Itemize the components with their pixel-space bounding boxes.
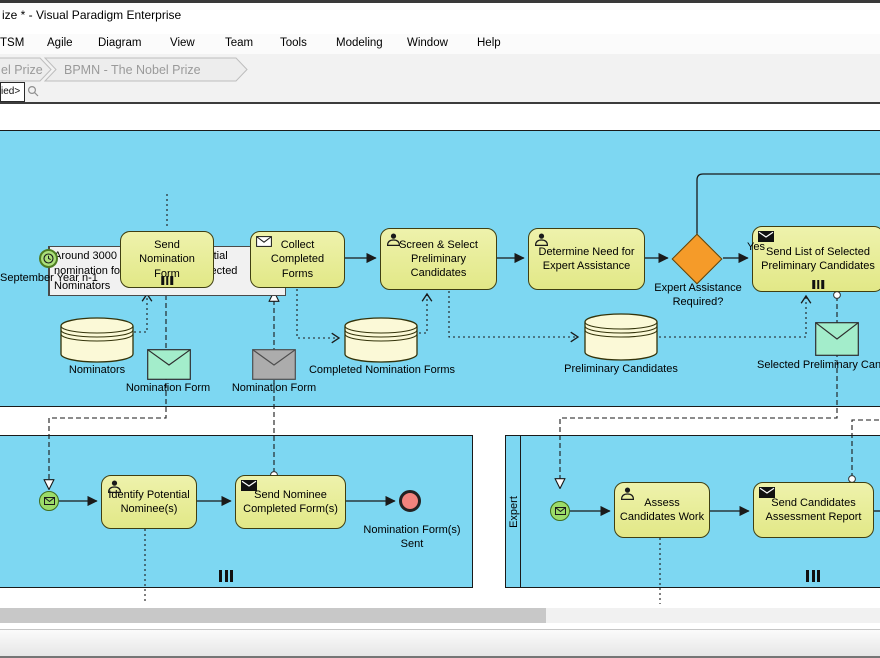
- data-store-label: Nominators: [47, 364, 147, 378]
- breadcrumb-current[interactable]: BPMN - The Nobel Prize: [64, 63, 201, 77]
- task-label: Send Candidates Assessment Report: [754, 496, 873, 524]
- data-store-completed-forms[interactable]: [343, 316, 419, 364]
- data-store-nominators[interactable]: [59, 316, 135, 364]
- start-event-label: September Year n-1: [0, 272, 104, 286]
- application-window: ize * - Visual Paradigm Enterprise TSM A…: [0, 0, 880, 658]
- task-collect-completed-forms[interactable]: Collect Completed Forms: [250, 231, 345, 288]
- message-selected-preliminary[interactable]: [815, 322, 859, 356]
- menu-modeling[interactable]: Modeling: [336, 37, 383, 49]
- data-store-preliminary-candidates[interactable]: [583, 312, 659, 362]
- task-label: Send Nominee Completed Form(s): [236, 488, 345, 516]
- user-icon: [107, 480, 122, 493]
- task-identify-potential-nominees[interactable]: Identify Potential Nominee(s): [101, 475, 197, 529]
- message-label: Nomination Form: [214, 382, 334, 396]
- message-label: Nomination Form: [108, 382, 228, 396]
- end-event-label: Nomination Form(s) Sent: [352, 524, 472, 552]
- message-nomination-form-green[interactable]: [147, 349, 191, 380]
- data-store-label: Completed Nomination Forms: [301, 364, 463, 378]
- task-send-candidates-assessment[interactable]: Send Candidates Assessment Report: [753, 482, 874, 538]
- expert-lane-label: Expert: [508, 487, 520, 537]
- gateway-label: Expert Assistance Required?: [637, 282, 759, 310]
- message-start-event[interactable]: [39, 491, 59, 511]
- gateway-yes-label: Yes: [747, 241, 777, 255]
- receive-message-icon: [256, 236, 272, 247]
- menu-tools[interactable]: Tools: [280, 37, 307, 49]
- expert-lane-band: Expert: [506, 436, 521, 587]
- diagram-canvas[interactable]: Expert: [0, 104, 880, 608]
- message-start-event[interactable]: [550, 501, 570, 521]
- task-determine-expert-need[interactable]: Determine Need for Expert Assistance: [528, 228, 645, 290]
- task-label: Determine Need for Expert Assistance: [529, 245, 644, 273]
- send-message-icon: [759, 487, 775, 498]
- clock-icon: [43, 253, 54, 264]
- menu-bar: TSM Agile Diagram View Team Tools Modeli…: [0, 34, 880, 54]
- menu-team[interactable]: Team: [225, 37, 253, 49]
- user-icon: [534, 233, 549, 246]
- envelope-icon: [44, 497, 55, 505]
- multi-instance-marker: [161, 276, 173, 285]
- pool-multi-instance-marker: [806, 570, 820, 582]
- task-screen-select-preliminary[interactable]: Screen & Select Preliminary Candidates: [380, 228, 497, 290]
- task-send-list-selected[interactable]: Send List of Selected Preliminary Candid…: [752, 226, 880, 292]
- message-nomination-form-gray[interactable]: [252, 349, 296, 380]
- menu-diagram[interactable]: Diagram: [98, 37, 141, 49]
- data-store-label: Preliminary Candidates: [560, 363, 682, 377]
- window-top-edge: [0, 0, 880, 3]
- end-event[interactable]: [399, 490, 421, 512]
- task-send-nomination-form[interactable]: Send Nomination Form: [120, 231, 214, 288]
- task-assess-candidates-work[interactable]: Assess Candidates Work: [614, 482, 710, 538]
- menu-help[interactable]: Help: [477, 37, 501, 49]
- envelope-icon: [555, 507, 566, 515]
- search-icon[interactable]: [27, 85, 41, 99]
- window-title: ize * - Visual Paradigm Enterprise: [2, 8, 181, 22]
- menu-view[interactable]: View: [170, 37, 195, 49]
- filter-input[interactable]: ied>: [0, 82, 25, 102]
- send-message-icon: [241, 480, 257, 491]
- task-send-nominee-completed-forms[interactable]: Send Nominee Completed Form(s): [235, 475, 346, 529]
- user-icon: [620, 487, 635, 500]
- horizontal-scrollbar-thumb[interactable]: [0, 608, 546, 623]
- status-bar: [0, 629, 880, 656]
- multi-instance-marker: [812, 280, 824, 289]
- menu-window[interactable]: Window: [407, 37, 448, 49]
- menu-agile[interactable]: Agile: [47, 37, 73, 49]
- task-label: Send Nomination Form: [121, 238, 213, 280]
- user-icon: [386, 233, 401, 246]
- breadcrumb-prev[interactable]: el Prize: [1, 63, 43, 77]
- timer-start-event[interactable]: [39, 249, 58, 268]
- pool-multi-instance-marker: [219, 570, 233, 582]
- task-label: Assess Candidates Work: [615, 496, 709, 524]
- breadcrumb: el Prize BPMN - The Nobel Prize: [0, 56, 280, 83]
- menu-itsm[interactable]: TSM: [0, 37, 24, 49]
- message-label: Selected Preliminary Can: [757, 359, 880, 373]
